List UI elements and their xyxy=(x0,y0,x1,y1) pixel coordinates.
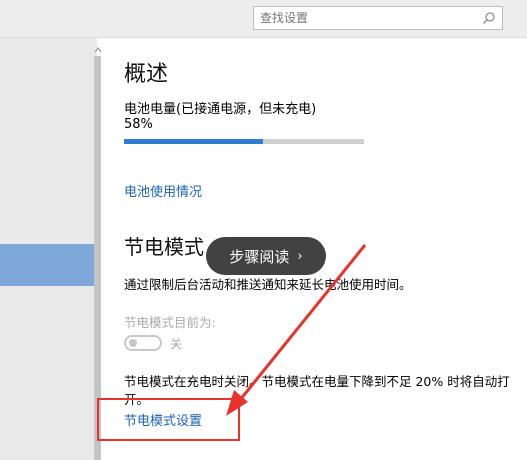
annotation-arrow-icon xyxy=(226,244,367,416)
